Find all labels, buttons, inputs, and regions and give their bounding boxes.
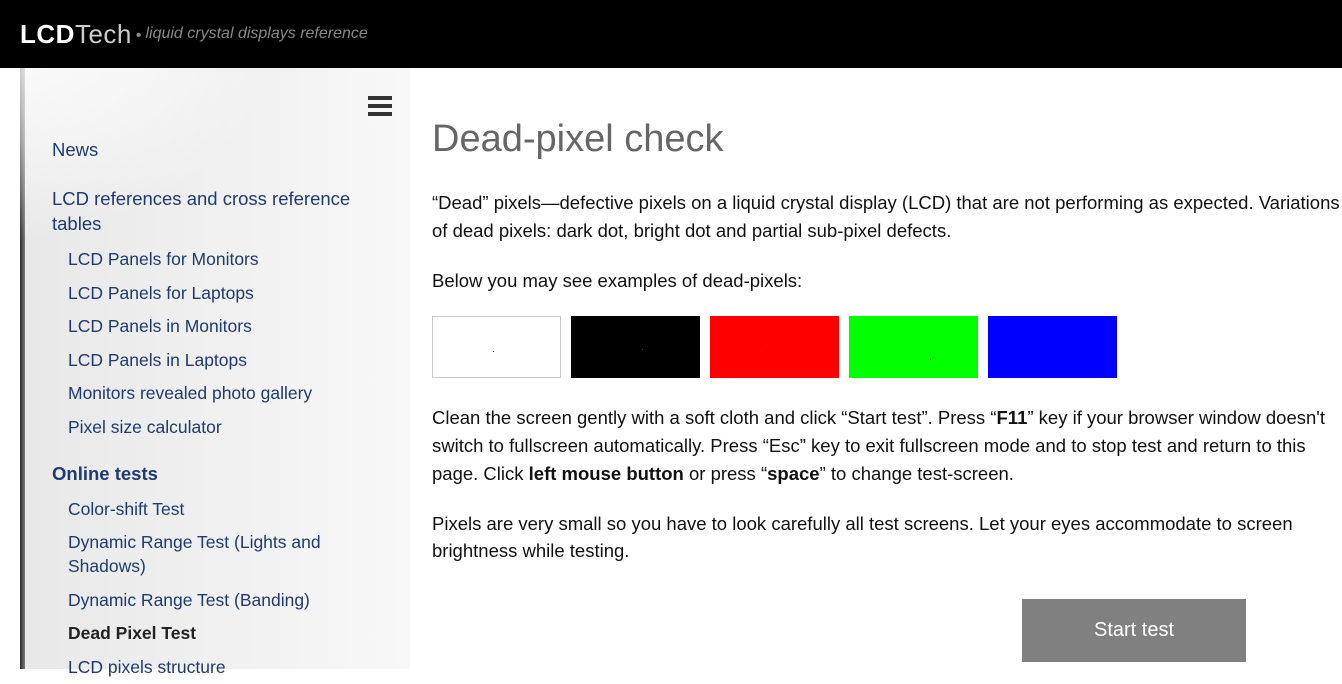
site-logo[interactable]: LCDTech — [20, 19, 132, 50]
dead-dot — [930, 359, 931, 360]
examples-label: Below you may see examples of dead-pixel… — [432, 267, 1342, 295]
sidebar-item-dyn-range-banding[interactable]: Dynamic Range Test (Banding) — [52, 584, 380, 618]
sidebar-item-color-shift[interactable]: Color-shift Test — [52, 493, 380, 527]
swatch-blue — [988, 316, 1117, 378]
dead-dot — [642, 349, 643, 350]
dead-dot — [761, 345, 762, 346]
logo-light: Tech — [75, 19, 132, 49]
key-f11: F11 — [997, 407, 1028, 428]
swatch-green — [849, 316, 978, 378]
sidebar-references-sub: LCD Panels for Monitors LCD Panels for L… — [52, 243, 380, 445]
main-content: Dead-pixel check “Dead” pixels—defective… — [410, 68, 1342, 669]
sidebar-item-dyn-range-lights[interactable]: Dynamic Range Test (Lights and Shadows) — [52, 526, 380, 583]
hamburger-icon[interactable] — [368, 92, 392, 120]
sidebar-item-photo-gallery[interactable]: Monitors revealed photo gallery — [52, 377, 380, 411]
sidebar-item-panels-in-laptops[interactable]: LCD Panels in Laptops — [52, 344, 380, 378]
dead-dot — [493, 351, 494, 352]
key-space: space — [767, 463, 819, 484]
instr-text: Clean the screen gently with a soft clot… — [432, 407, 997, 428]
sidebar-item-panels-in-monitors[interactable]: LCD Panels in Monitors — [52, 310, 380, 344]
logo-bold: LCD — [20, 19, 75, 49]
sidebar-item-pixel-calc[interactable]: Pixel size calculator — [52, 411, 380, 445]
site-tagline: liquid crystal displays reference — [145, 25, 367, 43]
sidebar-item-news[interactable]: News — [52, 132, 380, 169]
instr-text: ” to change test-screen. — [820, 463, 1014, 484]
swatch-black — [571, 316, 700, 378]
sidebar-item-panels-monitors[interactable]: LCD Panels for Monitors — [52, 243, 380, 277]
logo-separator: • — [136, 27, 142, 45]
key-lmb: left mouse button — [529, 463, 684, 484]
swatch-red — [710, 316, 839, 378]
sidebar-item-panels-laptops[interactable]: LCD Panels for Laptops — [52, 277, 380, 311]
instr-text: or press “ — [684, 463, 767, 484]
sidebar-item-lcd-structure[interactable]: LCD pixels structure — [52, 651, 380, 684]
sidebar-item-dead-pixel[interactable]: Dead Pixel Test — [52, 617, 380, 651]
note-paragraph: Pixels are very small so you have to loo… — [432, 510, 1342, 566]
sidebar-header-online-tests: Online tests — [52, 445, 380, 493]
swatch-white — [432, 316, 561, 378]
sidebar: News LCD references and cross reference … — [20, 68, 410, 669]
start-test-button[interactable]: Start test — [1022, 599, 1246, 662]
page-title: Dead-pixel check — [432, 118, 1342, 161]
instructions-paragraph: Clean the screen gently with a soft clot… — [432, 404, 1342, 487]
dead-pixel-swatches — [432, 316, 1342, 378]
site-header: LCDTech • liquid crystal displays refere… — [0, 0, 1342, 68]
intro-paragraph: “Dead” pixels—defective pixels on a liqu… — [432, 189, 1342, 245]
sidebar-item-references[interactable]: LCD references and cross reference table… — [52, 181, 380, 243]
sidebar-tests-sub: Color-shift Test Dynamic Range Test (Lig… — [52, 493, 380, 684]
sidebar-nav: News LCD references and cross reference … — [20, 84, 410, 684]
